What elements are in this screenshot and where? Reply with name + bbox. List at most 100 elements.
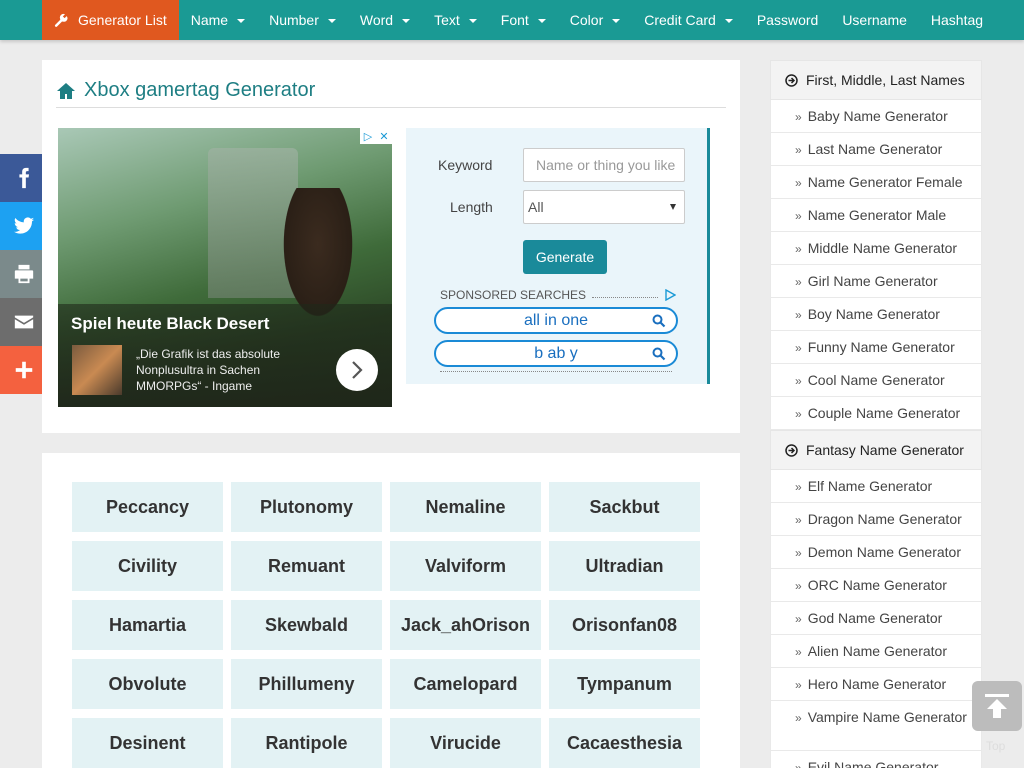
name-result[interactable]: Ultradian	[549, 541, 700, 591]
sidebar-item-baby-name[interactable]: » Baby Name Generator	[770, 100, 982, 133]
sidebar-item-label: Demon Name Generator	[807, 544, 961, 560]
ad-headline[interactable]: Spiel heute Black Desert	[71, 314, 269, 334]
sidebar-item-label: Hero Name Generator	[807, 676, 947, 692]
name-result[interactable]: Skewbald	[231, 600, 382, 650]
sidebar-item-evil-name[interactable]: » Evil Name Generator	[770, 751, 982, 768]
facebook-share-button[interactable]	[0, 154, 48, 202]
nav-generator-list[interactable]: Generator List	[42, 0, 179, 40]
adchoices-icon[interactable]	[664, 289, 676, 301]
name-result[interactable]: Desinent	[72, 718, 223, 768]
sidebar-item-hero-name[interactable]: » Hero Name Generator	[770, 668, 982, 701]
sidebar-item-alien-name[interactable]: » Alien Name Generator	[770, 635, 982, 668]
ad-badge[interactable]: ▷ ✕	[360, 128, 392, 144]
name-result[interactable]: Phillumeny	[231, 659, 382, 709]
keyword-label: Keyword	[438, 157, 493, 173]
sidebar-item-cool-name[interactable]: » Cool Name Generator	[770, 364, 982, 397]
caret-down-icon	[402, 19, 411, 23]
name-result[interactable]: Valviform	[390, 541, 541, 591]
sidebar-section-heading[interactable]: First, Middle, Last Names	[770, 60, 982, 100]
ad-next-button[interactable]	[336, 349, 378, 391]
sidebar-section-heading[interactable]: Fantasy Name Generator	[770, 430, 982, 470]
name-result[interactable]: Peccancy	[72, 482, 223, 532]
name-result[interactable]: Civility	[72, 541, 223, 591]
sidebar-item-god-name[interactable]: » God Name Generator	[770, 602, 982, 635]
nav-word[interactable]: Word	[348, 0, 422, 40]
nav-password[interactable]: Password	[745, 0, 830, 40]
sponsored-label: SPONSORED SEARCHES	[440, 288, 587, 302]
double-chevron-right-icon: »	[795, 579, 802, 593]
adchoices-icon[interactable]: ▷	[360, 128, 376, 144]
name-result[interactable]: Tympanum	[549, 659, 700, 709]
nav-username[interactable]: Username	[830, 0, 919, 40]
advertisement[interactable]: ▷ ✕ Spiel heute Black Desert „Die Grafik…	[58, 128, 392, 407]
print-button[interactable]	[0, 250, 48, 298]
nav-credit-card[interactable]: Credit Card	[632, 0, 745, 40]
sidebar-heading-label: First, Middle, Last Names	[806, 72, 965, 88]
nav-color[interactable]: Color	[558, 0, 632, 40]
sidebar-item-funny-name[interactable]: » Funny Name Generator	[770, 331, 982, 364]
nav-label: Name	[190, 12, 229, 28]
sidebar-item-dragon-name[interactable]: » Dragon Name Generator	[770, 503, 982, 536]
name-result[interactable]: Hamartia	[72, 600, 223, 650]
generator-form: Keyword Name or thing you like Length Al…	[406, 128, 710, 384]
sponsored-search-link[interactable]: all in one	[434, 307, 678, 334]
nav-hashtag[interactable]: Hashtag	[919, 0, 995, 40]
sidebar-item-couple-name[interactable]: » Couple Name Generator	[770, 397, 982, 430]
length-label: Length	[450, 199, 493, 215]
nav-font[interactable]: Font	[489, 0, 558, 40]
name-result[interactable]: Nemaline	[390, 482, 541, 532]
keyword-input[interactable]: Name or thing you like	[523, 148, 685, 182]
sidebar-item-name-female[interactable]: » Name Generator Female	[770, 166, 982, 199]
nav-text[interactable]: Text	[422, 0, 489, 40]
name-result[interactable]: Plutonomy	[231, 482, 382, 532]
sponsored-search-link[interactable]: b ab y	[434, 340, 678, 367]
double-chevron-right-icon: »	[795, 513, 802, 527]
sponsored-search-text: all in one	[523, 311, 589, 329]
twitter-share-button[interactable]	[0, 202, 48, 250]
search-icon	[652, 347, 666, 361]
double-chevron-right-icon: »	[795, 341, 802, 355]
sidebar-item-label: Elf Name Generator	[807, 478, 933, 494]
sidebar-item-last-name[interactable]: » Last Name Generator	[770, 133, 982, 166]
nav-name[interactable]: Name	[179, 0, 257, 40]
length-select[interactable]: All	[523, 190, 685, 224]
sidebar-item-middle-name[interactable]: » Middle Name Generator	[770, 232, 982, 265]
sidebar-item-label: Cool Name Generator	[807, 372, 945, 388]
email-share-button[interactable]	[0, 298, 48, 346]
sidebar-item-label: Last Name Generator	[807, 141, 943, 157]
sidebar-item-name-male[interactable]: » Name Generator Male	[770, 199, 982, 232]
name-result[interactable]: Orisonfan08	[549, 600, 700, 650]
generate-button[interactable]: Generate	[523, 240, 607, 274]
nav-number[interactable]: Number	[257, 0, 348, 40]
sidebar-item-girl-name[interactable]: » Girl Name Generator	[770, 265, 982, 298]
name-result[interactable]: Remuant	[231, 541, 382, 591]
name-result[interactable]: Sackbut	[549, 482, 700, 532]
name-result[interactable]: Jack_ahOrison	[390, 600, 541, 650]
name-result[interactable]: Rantipole	[231, 718, 382, 768]
double-chevron-right-icon: »	[795, 308, 802, 322]
name-result[interactable]: Obvolute	[72, 659, 223, 709]
sidebar-list: » Baby Name Generator » Last Name Generato…	[770, 100, 982, 430]
sidebar-item-label: Baby Name Generator	[807, 108, 948, 124]
name-result[interactable]: Virucide	[390, 718, 541, 768]
back-to-top-button[interactable]	[972, 681, 1022, 731]
sidebar-item-label: Evil Name Generator	[807, 759, 939, 768]
double-chevron-right-icon: »	[795, 143, 802, 157]
name-result[interactable]: Cacaesthesia	[549, 718, 700, 768]
sidebar-list: » Elf Name Generator » Dragon Name Generat…	[770, 470, 982, 768]
ad-description[interactable]: „Die Grafik ist das absolute Nonplusultr…	[136, 346, 306, 394]
sidebar-item-orc-name[interactable]: » ORC Name Generator	[770, 569, 982, 602]
close-icon[interactable]: ✕	[376, 128, 392, 144]
sidebar-item-boy-name[interactable]: » Boy Name Generator	[770, 298, 982, 331]
sidebar-item-label: Girl Name Generator	[807, 273, 938, 289]
home-icon	[57, 82, 75, 99]
sidebar-item-vampire-name[interactable]: » Vampire Name Generator	[770, 701, 982, 751]
sidebar-item-elf-name[interactable]: » Elf Name Generator	[770, 470, 982, 503]
more-share-button[interactable]	[0, 346, 48, 394]
sidebar-item-demon-name[interactable]: » Demon Name Generator	[770, 536, 982, 569]
top-nav: Generator List Name Number Word Text Fon…	[0, 0, 1024, 40]
sidebar-item-label: Couple Name Generator	[807, 405, 961, 421]
name-result[interactable]: Camelopard	[390, 659, 541, 709]
ad-thumbnail[interactable]	[72, 345, 122, 395]
double-chevron-right-icon: »	[795, 407, 802, 421]
